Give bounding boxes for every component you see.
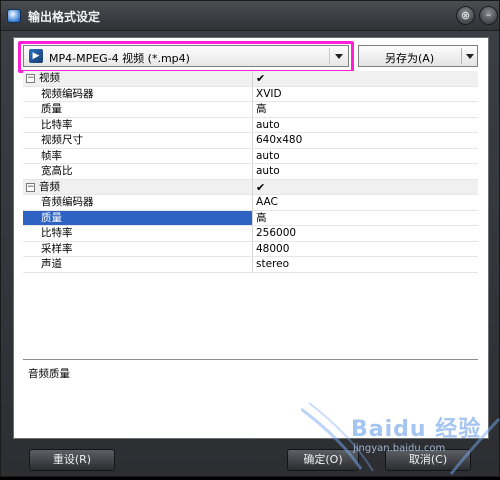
property-row[interactable]: 声道 stereo: [23, 257, 478, 273]
format-dropdown[interactable]: ▶ MP4-MPEG-4 视频 (*.mp4): [23, 45, 349, 67]
property-row[interactable]: 比特率 auto: [23, 117, 478, 133]
property-name: 宽高比: [23, 164, 253, 180]
reset-button[interactable]: 重设(R): [29, 449, 115, 471]
output-format-dialog: 输出格式设定 ⊗ – ▶ MP4-MPEG-4 视频 (*.mp4) 另存为(A…: [0, 0, 500, 477]
format-selected-value: MP4-MPEG-4 视频 (*.mp4): [49, 52, 190, 65]
property-value[interactable]: stereo: [253, 257, 478, 273]
property-name: 音频编码器: [23, 195, 253, 211]
collapse-toggle-icon[interactable]: −: [26, 74, 35, 83]
property-value[interactable]: XVID: [253, 87, 478, 102]
group-row-audio[interactable]: − 音频 ✔: [23, 179, 478, 195]
property-value[interactable]: 高: [253, 102, 478, 118]
minimize-icon[interactable]: –: [479, 6, 498, 25]
video-enabled-checkbox[interactable]: ✔: [253, 71, 478, 87]
dropdown-separator: [329, 48, 330, 64]
property-name: 声道: [23, 257, 253, 273]
group-row-video[interactable]: − 视频 ✔: [23, 71, 478, 87]
property-value[interactable]: 高: [253, 211, 478, 226]
property-name: 比特率: [23, 226, 253, 242]
cancel-button[interactable]: 取消(C): [385, 449, 471, 471]
save-as-separator: [461, 48, 462, 64]
property-row[interactable]: 帧率 auto: [23, 148, 478, 164]
property-row[interactable]: 视频尺寸 640x480: [23, 133, 478, 149]
property-row[interactable]: 音频编码器 AAC: [23, 195, 478, 211]
save-as-button[interactable]: 另存为(A): [358, 45, 478, 67]
description-divider[interactable]: [23, 359, 478, 360]
checkmark-icon: ✔: [256, 72, 266, 85]
audio-group-label: 音频: [39, 180, 60, 193]
dialog-title: 输出格式设定: [28, 10, 101, 24]
checkmark-icon: ✔: [256, 180, 266, 194]
property-value[interactable]: 640x480: [253, 133, 478, 149]
property-row[interactable]: 采样率 48000: [23, 241, 478, 257]
video-group-label: 视频: [39, 72, 60, 84]
property-value[interactable]: auto: [253, 118, 478, 133]
collapse-toggle-icon[interactable]: −: [26, 182, 35, 192]
property-value[interactable]: 256000: [253, 226, 478, 242]
film-icon: ▶: [29, 49, 43, 63]
property-name: 采样率: [23, 241, 253, 257]
app-icon: [7, 9, 21, 23]
property-name: 视频编码器: [23, 86, 253, 102]
save-as-label: 另存为(A): [385, 52, 435, 65]
property-row[interactable]: 质量 高: [23, 102, 478, 118]
property-name: 质量: [23, 102, 253, 118]
property-value[interactable]: AAC: [253, 195, 478, 211]
property-row[interactable]: 宽高比 auto: [23, 164, 478, 180]
chevron-down-icon[interactable]: [466, 54, 474, 59]
property-row[interactable]: 视频编码器 XVID: [23, 86, 478, 102]
property-name: 视频尺寸: [23, 133, 253, 149]
ok-button[interactable]: 确定(O): [287, 449, 359, 471]
property-name: 质量: [23, 210, 253, 226]
property-value[interactable]: auto: [253, 149, 478, 164]
property-value[interactable]: auto: [253, 164, 478, 180]
property-name: 比特率: [23, 117, 253, 133]
group-label: − 视频: [23, 71, 253, 87]
chevron-down-icon[interactable]: [335, 54, 343, 59]
close-icon[interactable]: ⊗: [456, 6, 475, 25]
property-description: 音频质量: [28, 368, 70, 380]
property-row-selected[interactable]: 质量 高: [23, 210, 478, 226]
property-grid: − 视频 ✔ 视频编码器 XVID 质量 高 比特率 auto 视频尺寸 640…: [23, 71, 478, 273]
property-value[interactable]: 48000: [253, 242, 478, 257]
property-name: 帧率: [23, 148, 253, 164]
audio-enabled-checkbox[interactable]: ✔: [253, 179, 478, 195]
title-bar[interactable]: 输出格式设定 ⊗ –: [1, 1, 499, 31]
property-row[interactable]: 比特率 256000: [23, 226, 478, 242]
group-label: − 音频: [23, 179, 253, 195]
